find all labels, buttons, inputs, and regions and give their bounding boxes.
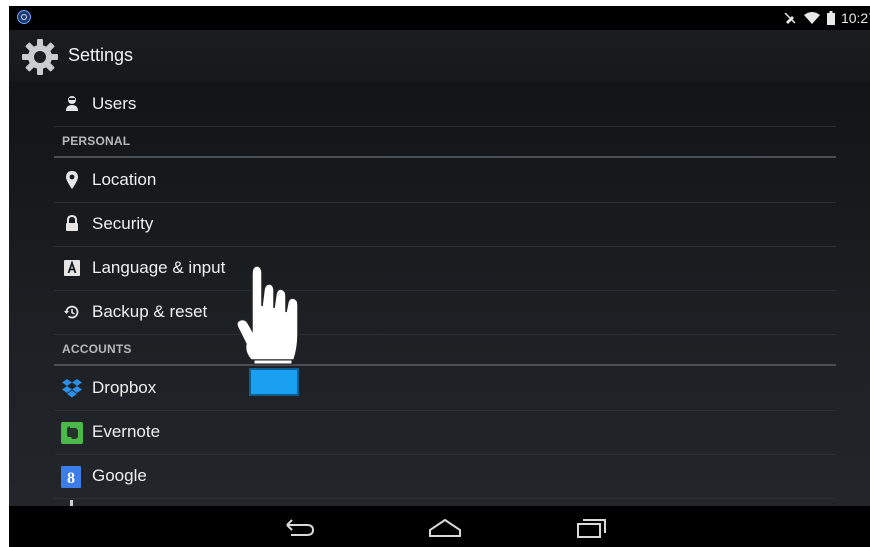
settings-item-label: Google <box>92 466 147 485</box>
section-header-personal: PERSONAL <box>54 126 836 158</box>
backup-restore-icon <box>62 302 82 322</box>
settings-list: Users PERSONAL Location Security Languag… <box>9 82 870 506</box>
dropbox-icon <box>60 378 84 398</box>
settings-item-evernote[interactable]: Evernote <box>54 410 836 455</box>
settings-item-backup-reset[interactable]: Backup & reset <box>54 290 836 335</box>
settings-gear-icon[interactable] <box>21 38 59 81</box>
svg-text:8: 8 <box>67 470 75 487</box>
user-icon <box>62 94 82 114</box>
settings-item-label: Dropbox <box>92 378 157 397</box>
settings-item-label: Evernote <box>92 422 161 441</box>
navigation-bar <box>9 506 870 547</box>
settings-item-label: Security <box>92 214 154 233</box>
recents-icon[interactable] <box>574 514 610 540</box>
settings-item-users[interactable]: Users <box>54 82 836 127</box>
clock: 10:27 <box>840 10 870 26</box>
evernote-icon <box>60 422 84 444</box>
status-bar: 10:27 <box>9 6 870 30</box>
location-pin-icon <box>62 170 82 190</box>
settings-item-label: Users <box>92 94 137 113</box>
settings-item-location[interactable]: Location <box>54 158 836 203</box>
section-label: PERSONAL <box>62 134 131 148</box>
back-icon[interactable] <box>279 514 319 540</box>
section-label: ACCOUNTS <box>62 342 132 356</box>
page-title: Settings <box>68 45 134 65</box>
settings-item-label: Language & input <box>92 258 226 277</box>
notification-icon <box>17 10 31 24</box>
tablet-screen: 10:27 Settings <box>9 6 870 547</box>
hand-cursor-icon <box>234 262 314 375</box>
settings-item-label: Backup & reset <box>92 302 208 321</box>
settings-item-dropbox[interactable]: Dropbox <box>54 366 836 411</box>
battery-icon <box>826 11 835 25</box>
section-header-accounts: ACCOUNTS <box>54 334 836 366</box>
action-bar: Settings <box>9 30 870 83</box>
keyboard-a-icon <box>62 258 82 278</box>
google-icon: 8 <box>60 466 84 488</box>
settings-item-language-input[interactable]: Language & input <box>54 246 836 291</box>
settings-item-partial[interactable] <box>54 498 836 506</box>
settings-item-label: Location <box>92 170 157 189</box>
settings-item-google[interactable]: 8 Google <box>54 454 836 499</box>
status-icons: 10:27 <box>783 9 870 27</box>
wifi-icon <box>803 11 821 25</box>
settings-item-security[interactable]: Security <box>54 202 836 247</box>
mute-icon <box>783 11 797 25</box>
home-icon[interactable] <box>427 514 463 540</box>
lock-icon <box>62 214 82 234</box>
